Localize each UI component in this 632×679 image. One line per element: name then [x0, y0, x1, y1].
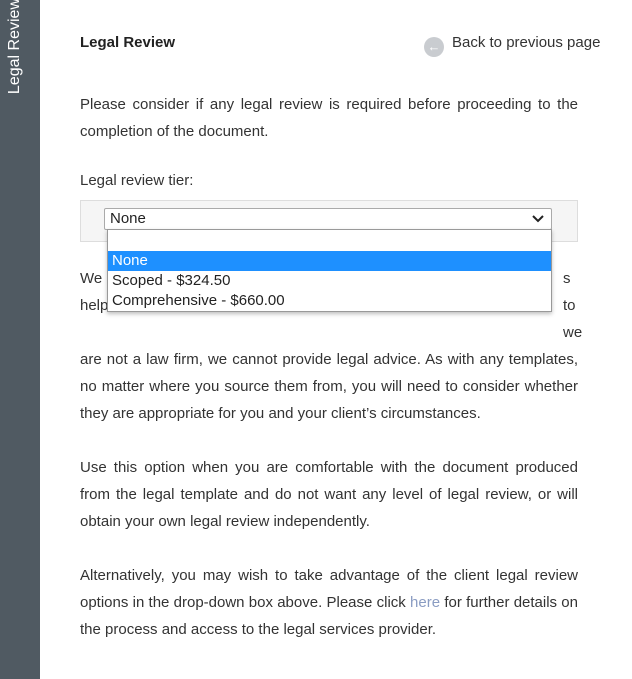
option-none[interactable]: None: [108, 251, 551, 271]
arrow-left-icon: ←: [424, 37, 444, 57]
partial-text-line1-end: s to we: [563, 270, 583, 341]
back-to-previous-link[interactable]: ← Back to previous page: [424, 34, 600, 57]
chevron-down-icon: [532, 215, 544, 223]
tier-select-value: None: [110, 210, 146, 227]
back-label: Back to previous page: [452, 34, 601, 51]
option-scoped[interactable]: Scoped - $324.50: [108, 271, 551, 291]
alternative-text: Alternatively, you may wish to take adva…: [80, 562, 578, 643]
sidebar: Legal Review: [0, 0, 40, 679]
tier-dropdown-list: None Scoped - $324.50 Comprehensive - $6…: [107, 229, 552, 312]
partial-text-line1-start: We help: [80, 270, 109, 314]
here-link[interactable]: here: [410, 594, 440, 611]
tier-select[interactable]: None: [104, 208, 552, 230]
page-title: Legal Review: [80, 34, 176, 51]
disclaimer-text: are not a law firm, we cannot provide le…: [80, 351, 578, 422]
sidebar-label: Legal Review: [6, 0, 23, 95]
option-comprehensive[interactable]: Comprehensive - $660.00: [108, 291, 551, 311]
none-option-text: Use this option when you are comfortable…: [80, 459, 578, 530]
intro-text: Please consider if any legal review is r…: [80, 96, 578, 140]
tier-label: Legal review tier:: [80, 172, 194, 189]
